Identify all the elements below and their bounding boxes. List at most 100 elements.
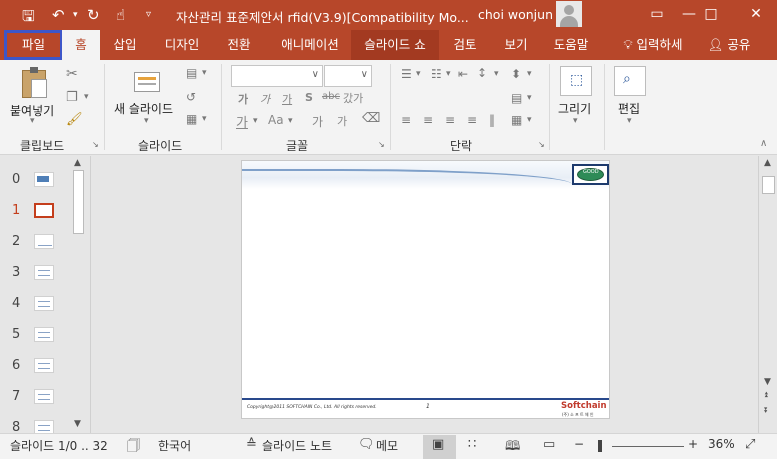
notes-button[interactable]: 슬라이드 노트 (262, 437, 332, 454)
layout-dropdown-icon[interactable]: ▾ (202, 68, 207, 78)
smartart-dropdown-icon[interactable]: ▾ (527, 115, 532, 125)
tell-me-search[interactable]: 💡︎ 입력하세 (608, 30, 698, 60)
bullets-dropdown-icon[interactable]: ▾ (416, 69, 421, 79)
underline-button[interactable]: 가 (282, 91, 292, 107)
touch-mode-icon[interactable]: ☝ (116, 6, 125, 24)
change-case-dropdown-icon[interactable]: ▾ (288, 116, 293, 126)
tab-review[interactable]: 검토 (446, 30, 484, 60)
line-spacing-icon[interactable]: ↕ (477, 66, 487, 80)
change-case-button[interactable]: Aa (268, 113, 284, 127)
align-right-icon[interactable]: ≡ (445, 113, 455, 127)
slide-thumbnail[interactable]: 6 (0, 352, 70, 383)
copy-icon[interactable]: ❐ (66, 90, 78, 105)
previous-slide-icon[interactable]: ⏫︎ (764, 390, 768, 400)
scroll-down-icon[interactable]: ▼ (74, 419, 81, 429)
shadow-button[interactable]: S (305, 91, 313, 104)
font-launcher-icon[interactable]: ↘ (378, 140, 385, 149)
undo-dropdown-icon[interactable]: ▾ (73, 10, 78, 20)
tab-view[interactable]: 보기 (497, 30, 535, 60)
canvas-scrollbar[interactable]: ▲ ▼ ⏫︎ ⏬︎ (758, 156, 777, 433)
fit-to-window-icon[interactable]: ⤢ (745, 437, 755, 452)
font-color-dropdown-icon[interactable]: ▾ (253, 116, 258, 126)
tab-home[interactable]: 홈 (62, 30, 100, 60)
scroll-up-icon[interactable]: ▲ (74, 158, 81, 168)
zoom-slider[interactable] (612, 446, 684, 447)
font-name-combo[interactable]: ∨ (231, 65, 323, 87)
reset-icon[interactable]: ↺ (186, 90, 196, 104)
slide-thumbnail[interactable]: 2 (0, 228, 70, 259)
columns-icon[interactable]: ‖ (489, 113, 495, 127)
section-icon[interactable]: ▦ (186, 112, 197, 126)
avatar[interactable] (556, 1, 582, 27)
tab-transitions[interactable]: 전환 (218, 30, 260, 60)
section-dropdown-icon[interactable]: ▾ (202, 114, 207, 124)
numbering-dropdown-icon[interactable]: ▾ (446, 69, 451, 79)
scrollbar-thumb[interactable] (762, 176, 775, 194)
slide-thumbnail[interactable]: 3 (0, 259, 70, 290)
scrollbar-thumb[interactable] (73, 170, 84, 234)
decrease-indent-icon[interactable]: ⇤ (458, 67, 468, 81)
clipboard-launcher-icon[interactable]: ↘ (92, 140, 99, 149)
share-button[interactable]: 👤︎ 공유 (704, 30, 754, 60)
editing-button[interactable]: ⌕ 편집 ▾ (610, 64, 652, 132)
font-color-button[interactable]: 가 (236, 112, 248, 131)
line-spacing-dropdown-icon[interactable]: ▾ (494, 69, 499, 79)
slide-thumbnail[interactable]: 1 (0, 197, 70, 228)
copy-dropdown-icon[interactable]: ▾ (84, 92, 89, 102)
smartart-icon[interactable]: ▦ (511, 113, 522, 127)
numbering-icon[interactable]: ☷ (431, 67, 442, 81)
align-text-dropdown-icon[interactable]: ▾ (527, 93, 532, 103)
shrink-font-button[interactable]: 가 (337, 113, 347, 129)
tab-insert[interactable]: 삽입 (106, 30, 144, 60)
tab-slideshow[interactable]: 슬라이드 쇼 (351, 30, 439, 60)
tab-help[interactable]: 도움말 (546, 30, 596, 60)
align-left-icon[interactable]: ≡ (401, 113, 411, 127)
maximize-icon[interactable]: □ (688, 3, 734, 27)
text-direction-dropdown-icon[interactable]: ▾ (527, 69, 532, 79)
char-spacing-button[interactable]: 갔가 (343, 90, 363, 106)
slide-thumbnail[interactable]: 0 (0, 166, 70, 197)
current-slide[interactable]: GOOD Copyright@2011 SOFTCHAIN Co., Ltd. … (241, 160, 610, 419)
format-painter-icon[interactable]: 🖌︎ (66, 112, 83, 127)
redo-icon[interactable]: ↻ (87, 6, 100, 24)
italic-button[interactable]: 가 (260, 91, 270, 107)
zoom-level[interactable]: 36% (708, 437, 735, 451)
zoom-in-icon[interactable]: + (688, 437, 698, 451)
zoom-out-icon[interactable]: − (574, 437, 584, 451)
slide-thumbnail[interactable]: 8 (0, 414, 70, 433)
grow-font-button[interactable]: 가 (312, 113, 323, 130)
reading-view-icon[interactable]: 🕮︎ (505, 437, 520, 459)
next-slide-icon[interactable]: ⏬︎ (764, 406, 768, 416)
tab-design[interactable]: 디자인 (158, 30, 206, 60)
zoom-slider-thumb[interactable] (598, 440, 602, 452)
scroll-up-icon[interactable]: ▲ (764, 158, 771, 168)
undo-icon[interactable]: ↶ (52, 6, 65, 24)
font-size-combo[interactable]: ∨ (324, 65, 372, 87)
layout-icon[interactable]: ▤ (186, 66, 197, 80)
slide-thumbnail[interactable]: 7 (0, 383, 70, 414)
align-text-icon[interactable]: ▤ (511, 91, 522, 105)
customize-icon[interactable]: ▿ (146, 9, 151, 20)
slide-thumbnail[interactable]: 5 (0, 321, 70, 352)
drawing-button[interactable]: ⬚ 그리기 ▾ (556, 64, 598, 132)
user-name[interactable]: choi wonjun (478, 7, 553, 22)
slide-sorter-icon[interactable]: ∷ (468, 437, 476, 452)
cut-icon[interactable]: ✂ (66, 66, 78, 82)
paste-button[interactable]: 붙여넣기 ▾ (8, 66, 60, 126)
justify-icon[interactable]: ≡ (467, 113, 477, 127)
paragraph-launcher-icon[interactable]: ↘ (538, 140, 545, 149)
bold-button[interactable]: 가 (238, 91, 248, 107)
strikethrough-button[interactable]: abc (322, 91, 340, 102)
normal-view-icon[interactable]: ▣ (432, 437, 444, 452)
tab-animations[interactable]: 애니메이션 (274, 30, 346, 60)
text-direction-icon[interactable]: ⬍ (511, 67, 521, 81)
align-center-icon[interactable]: ≡ (423, 113, 433, 127)
tab-file[interactable]: 파일 (4, 30, 63, 60)
slide-thumbnail[interactable]: 4 (0, 290, 70, 321)
accessibility-icon[interactable]: 🗍︎ (127, 437, 140, 459)
language-indicator[interactable]: 한국어 (158, 437, 191, 454)
thumbnails-scrollbar[interactable]: ▲ ▼ (71, 156, 86, 433)
new-slide-button[interactable]: 새 슬라이드 ▾ (112, 66, 182, 130)
clear-formatting-icon[interactable]: ⌫ (362, 111, 380, 126)
collapse-ribbon-icon[interactable]: ∧ (760, 138, 767, 149)
